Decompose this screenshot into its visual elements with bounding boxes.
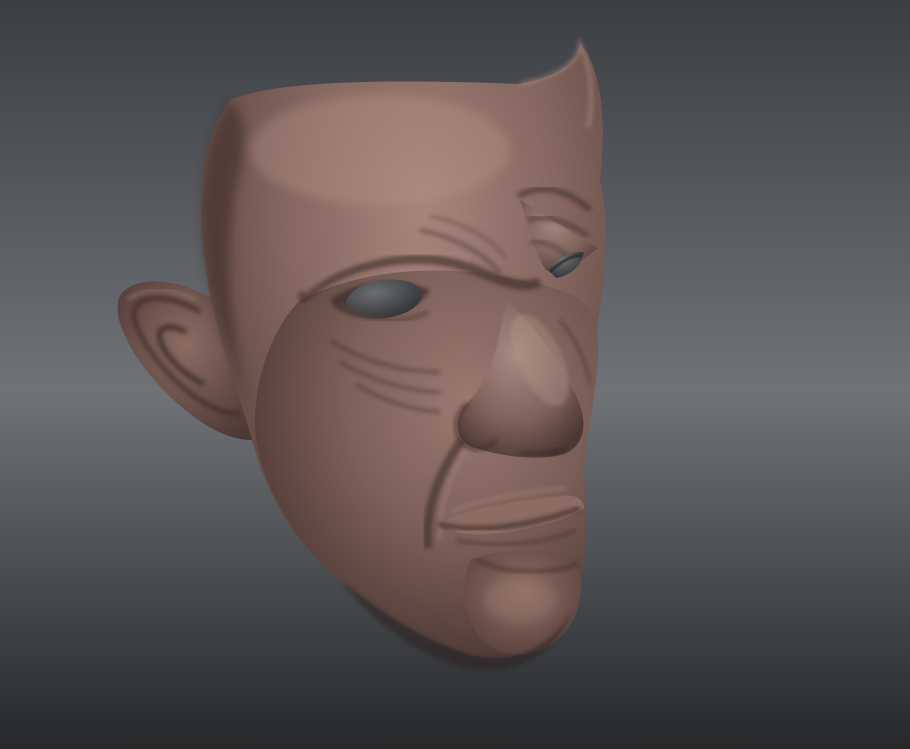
clay-head-render (0, 0, 910, 749)
sculpt-viewport[interactable] (0, 0, 910, 749)
